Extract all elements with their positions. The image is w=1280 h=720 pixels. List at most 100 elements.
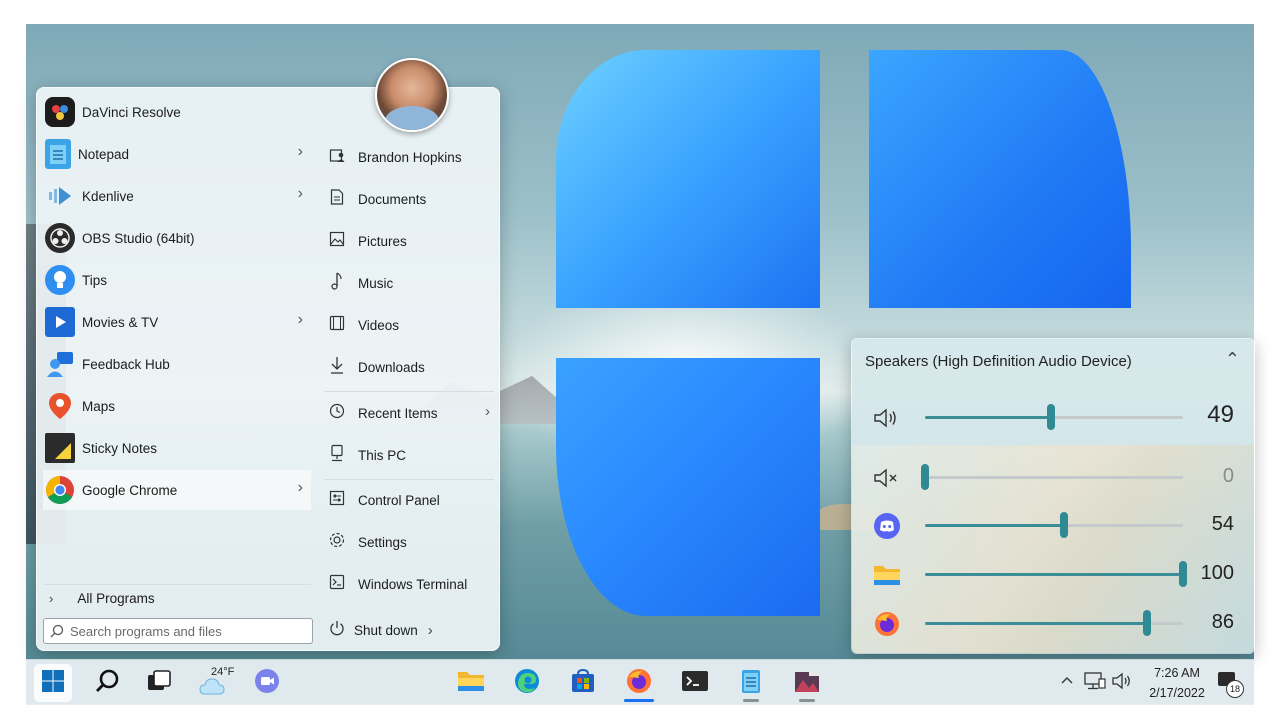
program-label: DaVinci Resolve bbox=[82, 104, 181, 120]
teams-chat-button[interactable] bbox=[248, 664, 286, 702]
network-icon[interactable] bbox=[1084, 671, 1106, 695]
avatar[interactable] bbox=[375, 58, 449, 132]
app-volume-value: 86 bbox=[1211, 611, 1234, 633]
chevron-up-icon[interactable]: ⌃ bbox=[1225, 349, 1240, 370]
shutdown-button[interactable]: Shut down › bbox=[320, 613, 470, 647]
search-input[interactable]: Search programs and files bbox=[70, 624, 222, 639]
program-google-chrome[interactable]: Google Chrome › bbox=[43, 470, 311, 510]
place-label: Downloads bbox=[358, 359, 425, 375]
app-volume-slider[interactable] bbox=[925, 512, 1183, 538]
start-button[interactable] bbox=[34, 664, 72, 702]
place-user-folder[interactable]: Brandon Hopkins bbox=[320, 138, 496, 176]
picture-icon bbox=[322, 231, 352, 251]
program-label: Movies & TV bbox=[82, 314, 159, 330]
place-pictures[interactable]: Pictures bbox=[320, 222, 496, 260]
place-control-panel[interactable]: Control Panel bbox=[320, 481, 496, 519]
notepad-icon bbox=[45, 139, 71, 169]
slider-fill bbox=[925, 524, 1065, 527]
user-folder-icon bbox=[322, 147, 352, 167]
volume-icon[interactable] bbox=[1112, 672, 1132, 694]
file-explorer-icon[interactable] bbox=[872, 560, 902, 590]
muted-speaker-icon[interactable] bbox=[872, 463, 902, 493]
program-davinci-resolve[interactable]: DaVinci Resolve bbox=[43, 92, 311, 132]
place-downloads[interactable]: Downloads bbox=[320, 348, 496, 386]
firefox-icon bbox=[625, 667, 653, 700]
program-sticky-notes[interactable]: Sticky Notes bbox=[43, 428, 311, 468]
firefox-icon[interactable] bbox=[872, 609, 902, 639]
program-label: Notepad bbox=[78, 146, 130, 162]
program-obs-studio[interactable]: OBS Studio (64bit) bbox=[43, 218, 311, 258]
chevron-right-icon[interactable]: › bbox=[298, 185, 303, 203]
document-icon bbox=[322, 189, 352, 209]
master-volume-slider[interactable] bbox=[925, 404, 1183, 430]
program-label: Kdenlive bbox=[82, 188, 134, 204]
all-programs-label: All Programs bbox=[77, 590, 155, 606]
taskbar-app-photo-editor[interactable] bbox=[788, 664, 826, 702]
clock-date: 2/17/2022 bbox=[1149, 686, 1205, 700]
taskbar-app-file-explorer[interactable] bbox=[452, 664, 490, 702]
terminal-icon bbox=[681, 669, 709, 698]
place-settings[interactable]: Settings bbox=[320, 523, 496, 561]
search-icon bbox=[94, 668, 120, 699]
store-icon bbox=[570, 668, 596, 699]
program-notepad[interactable]: Notepad › bbox=[43, 134, 311, 174]
chevron-right-icon[interactable]: › bbox=[298, 143, 303, 161]
app-volume-slider[interactable] bbox=[921, 464, 1183, 490]
edge-icon bbox=[513, 667, 541, 700]
place-documents[interactable]: Documents bbox=[320, 180, 496, 218]
place-label: Control Panel bbox=[358, 492, 440, 508]
place-this-pc[interactable]: This PC bbox=[320, 436, 496, 474]
chevron-right-icon[interactable]: › bbox=[428, 622, 433, 639]
taskbar-app-terminal[interactable] bbox=[676, 664, 714, 702]
download-icon bbox=[322, 356, 352, 378]
computer-icon bbox=[322, 444, 352, 466]
program-feedback-hub[interactable]: Feedback Hub bbox=[43, 344, 311, 384]
chevron-right-icon[interactable]: › bbox=[485, 403, 490, 420]
app-volume-slider[interactable] bbox=[925, 561, 1187, 587]
audio-device-name[interactable]: Speakers (High Definition Audio Device) bbox=[865, 353, 1132, 370]
place-recent-items[interactable]: Recent Items › bbox=[320, 394, 496, 432]
place-label: Windows Terminal bbox=[358, 576, 468, 592]
chevron-right-icon[interactable]: › bbox=[298, 479, 303, 497]
gear-icon bbox=[322, 531, 352, 553]
taskbar-app-notepad[interactable] bbox=[732, 664, 770, 702]
notification-center-button[interactable]: 18 bbox=[1216, 672, 1244, 698]
chevron-right-icon[interactable]: › bbox=[298, 311, 303, 329]
place-music[interactable]: Music bbox=[320, 264, 496, 302]
chevron-right-icon: › bbox=[49, 590, 54, 606]
app-volume-section: 0 54 100 86 bbox=[852, 445, 1254, 653]
search-button[interactable] bbox=[88, 664, 126, 702]
speaker-icon[interactable] bbox=[872, 403, 902, 433]
app-volume-value: 0 bbox=[1222, 465, 1234, 487]
task-view-icon bbox=[146, 669, 172, 698]
running-indicator bbox=[624, 699, 654, 702]
slider-thumb[interactable] bbox=[921, 464, 929, 490]
program-label: Maps bbox=[82, 398, 116, 414]
program-tips[interactable]: Tips bbox=[43, 260, 311, 300]
program-kdenlive[interactable]: Kdenlive › bbox=[43, 176, 311, 216]
task-view-button[interactable] bbox=[140, 664, 178, 702]
taskbar-app-firefox[interactable] bbox=[620, 664, 658, 702]
power-icon bbox=[322, 620, 352, 641]
film-icon bbox=[322, 315, 352, 335]
all-programs-button[interactable]: › All Programs bbox=[43, 584, 311, 611]
clock[interactable]: 7:26 AM 2/17/2022 bbox=[1142, 663, 1212, 703]
weather-widget[interactable]: 24°F bbox=[196, 664, 246, 702]
taskbar-app-edge[interactable] bbox=[508, 664, 546, 702]
discord-icon[interactable] bbox=[872, 511, 902, 541]
place-videos[interactable]: Videos bbox=[320, 306, 496, 344]
app-volume-slider[interactable] bbox=[925, 610, 1183, 636]
davinci-resolve-icon bbox=[45, 97, 75, 127]
slider-thumb[interactable] bbox=[1047, 404, 1056, 430]
chrome-icon bbox=[45, 475, 75, 505]
slider-thumb[interactable] bbox=[1142, 610, 1151, 636]
place-windows-terminal[interactable]: Windows Terminal bbox=[320, 565, 496, 603]
chevron-up-icon[interactable] bbox=[1060, 673, 1074, 690]
taskbar-app-store[interactable] bbox=[564, 664, 602, 702]
slider-thumb[interactable] bbox=[1060, 512, 1069, 538]
slider-thumb[interactable] bbox=[1179, 561, 1187, 587]
program-movies-tv[interactable]: Movies & TV › bbox=[43, 302, 311, 342]
program-maps[interactable]: Maps bbox=[43, 386, 311, 426]
search-box[interactable]: Search programs and files bbox=[43, 618, 313, 644]
kdenlive-icon bbox=[45, 181, 75, 211]
